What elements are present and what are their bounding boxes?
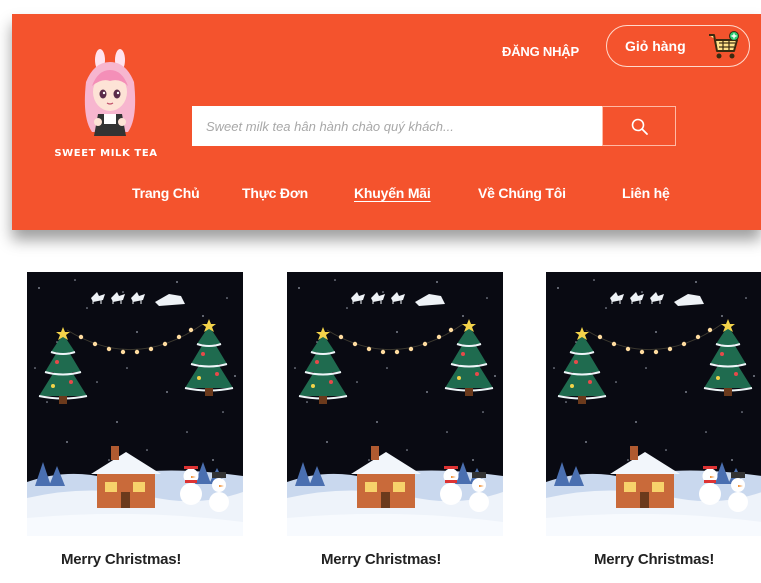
nav-item-home[interactable]: Trang Chủ xyxy=(132,185,200,201)
shopping-cart-icon xyxy=(709,31,739,59)
promo-image[interactable] xyxy=(546,272,761,536)
brand-name: SWEET MILK TEA xyxy=(54,148,158,159)
nav-item-promotions[interactable]: Khuyến Mãi xyxy=(354,185,431,201)
brand-logo[interactable]: SWEET MILK TEA xyxy=(36,48,176,178)
cart-button[interactable]: Giỏ hàng xyxy=(606,25,750,67)
login-link[interactable]: ĐĂNG NHẬP xyxy=(502,40,579,64)
nav-item-menu[interactable]: Thực Đơn xyxy=(242,185,308,201)
search-button[interactable] xyxy=(602,106,676,146)
nav-item-about[interactable]: Về Chúng Tôi xyxy=(478,185,566,201)
promo-image[interactable] xyxy=(287,272,503,536)
nav-item-contact[interactable]: Liên hệ xyxy=(622,185,670,201)
promo-title[interactable]: Merry Christmas! xyxy=(61,548,181,572)
search-icon xyxy=(631,118,648,135)
promo-title[interactable]: Merry Christmas! xyxy=(594,548,714,572)
promo-title[interactable]: Merry Christmas! xyxy=(321,548,441,572)
search-input[interactable] xyxy=(192,106,602,146)
cart-label: Giỏ hàng xyxy=(625,38,686,54)
site-header: SWEET MILK TEA ĐĂNG NHẬP Giỏ hàng Trang … xyxy=(12,14,761,230)
promo-image[interactable] xyxy=(27,272,243,536)
girl-mascot-icon xyxy=(84,49,136,136)
